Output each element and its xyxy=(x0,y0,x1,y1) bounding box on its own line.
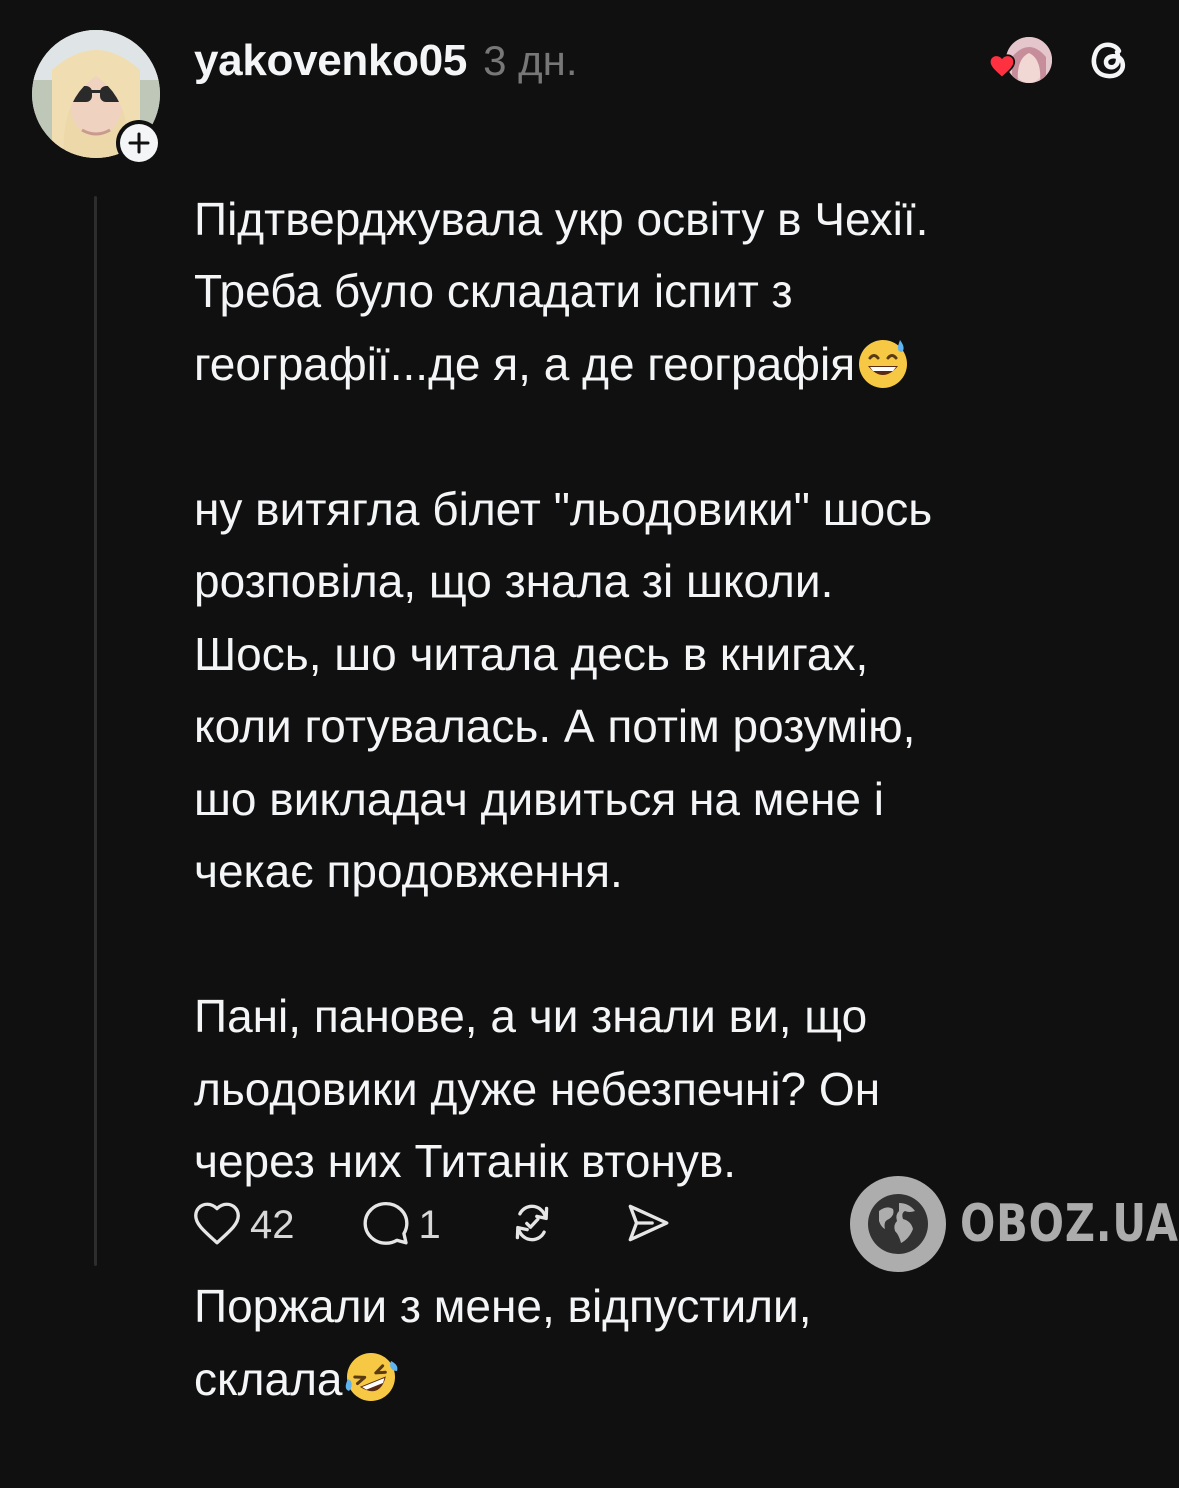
heart-outline-icon xyxy=(192,1200,242,1251)
paragraph: Поржали з мене, відпустили, склала xyxy=(194,1270,1154,1415)
thread-post: yakovenko05 3 дн. Підтверджувала укр осв… xyxy=(0,0,1179,1405)
text-line: розповіла, що знала зі школи. xyxy=(194,555,834,607)
send-icon xyxy=(623,1198,673,1253)
post-header: yakovenko05 3 дн. xyxy=(194,30,578,92)
reply-button[interactable]: 1 xyxy=(361,1198,441,1253)
oboz-watermark: OBOZ.UA xyxy=(850,1176,1179,1272)
watermark-brand: OBOZ.UA xyxy=(960,1194,1179,1254)
text-line: Підтверджувала укр освіту в Чехії. xyxy=(194,192,929,245)
paragraph: Підтверджувала укр освіту в Чехії. Треба… xyxy=(194,183,1154,401)
timestamp: 3 дн. xyxy=(483,37,578,84)
text-line: шо викладач дивиться на мене і xyxy=(194,772,884,825)
text-line: географії...де я, а де географія xyxy=(194,337,856,390)
grinning-sweat-emoji xyxy=(855,334,911,390)
plus-icon xyxy=(120,124,158,162)
text-line: льодовики дуже небезпечні? Он xyxy=(194,1062,881,1115)
liked-by-indicator[interactable] xyxy=(988,33,1064,89)
text-line: Треба було складати іспит з xyxy=(194,265,793,317)
text-line: склала xyxy=(194,1352,343,1405)
globe-icon xyxy=(850,1176,946,1272)
text-line: Шось, шо читала десь в книгах, xyxy=(194,627,869,680)
text-line: Пані, панове, а чи знали ви, що xyxy=(194,990,868,1042)
rolling-laughing-emoji xyxy=(343,1349,399,1405)
text-line: коли готувалась. А потім розумію, xyxy=(194,700,916,752)
reply-count: 1 xyxy=(418,1202,441,1247)
repost-button[interactable] xyxy=(507,1198,557,1253)
threads-logo-icon[interactable] xyxy=(1084,34,1134,84)
username[interactable]: yakovenko05 xyxy=(194,36,467,86)
post-body: Підтверджувала укр освіту в Чехії. Треба… xyxy=(194,110,1154,1488)
comment-icon xyxy=(361,1198,411,1253)
text-line: через них Титанік втонув. xyxy=(194,1135,737,1187)
like-button[interactable]: 42 xyxy=(192,1200,295,1251)
share-button[interactable] xyxy=(623,1198,673,1253)
follow-button[interactable] xyxy=(116,120,162,166)
thread-line xyxy=(94,196,97,1266)
text-line: ну витягла білет "льодовики" шось xyxy=(194,482,933,535)
heart-icon xyxy=(988,53,1016,84)
action-bar: 42 1 xyxy=(192,1194,739,1256)
paragraph: Пані, панове, а чи знали ви, що льодовик… xyxy=(194,980,1154,1198)
paragraph: ну витягла білет "льодовики" шось розпов… xyxy=(194,473,1154,908)
text-line: чекає продовження. xyxy=(194,845,623,897)
like-count: 42 xyxy=(250,1202,295,1247)
repost-icon xyxy=(507,1198,557,1253)
